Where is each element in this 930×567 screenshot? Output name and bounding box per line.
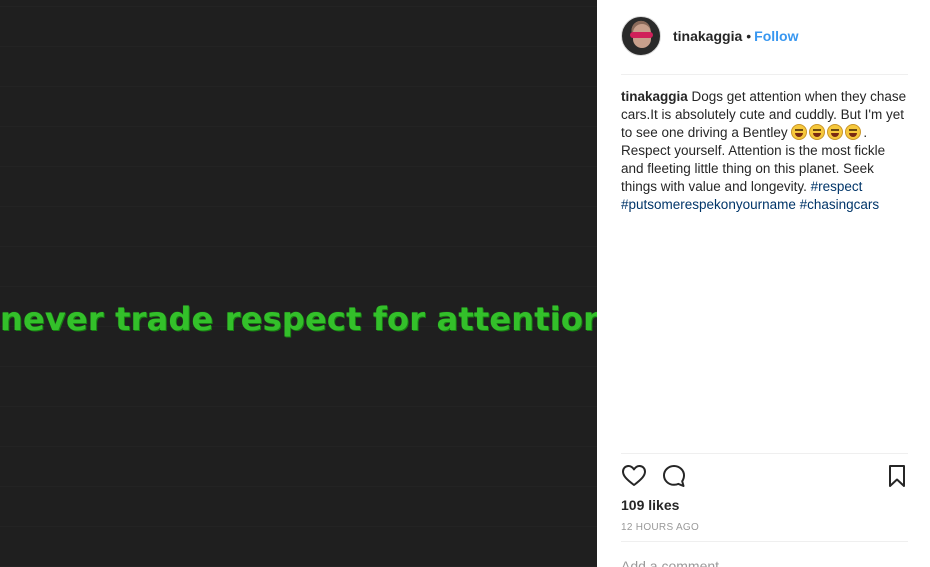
laughing-crying-emoji-icon (791, 124, 808, 140)
post-side-panel: tinakaggia • Follow tinakaggia Dogs get at… (597, 0, 930, 567)
header-user-line: tinakaggia • Follow (673, 28, 798, 44)
caption-username-link[interactable]: tinakaggia (621, 89, 688, 104)
divider (621, 541, 908, 542)
post-image[interactable]: never trade respect for attention. (0, 0, 597, 567)
action-bar (621, 463, 908, 489)
image-quote-text: never trade respect for attention. (0, 300, 597, 338)
avatar[interactable] (621, 16, 661, 56)
heart-icon[interactable] (621, 463, 647, 489)
comment-input[interactable] (621, 556, 908, 567)
laughing-crying-emoji-icon (845, 124, 862, 140)
caption: tinakaggia Dogs get attention when they … (621, 88, 911, 214)
separator-dot: • (746, 28, 752, 44)
bookmark-icon[interactable] (884, 463, 910, 489)
post-timestamp[interactable]: 12 HOURS AGO (621, 522, 699, 533)
laughing-crying-emoji-icon (809, 124, 826, 140)
post-header: tinakaggia • Follow (621, 0, 908, 75)
likes-count[interactable]: 109 likes (621, 497, 679, 513)
follow-button[interactable]: Follow (754, 28, 798, 44)
comment-bubble-icon[interactable] (661, 463, 687, 489)
hashtag-link[interactable]: #chasingcars (800, 197, 880, 212)
avatar-glasses (630, 32, 653, 38)
laughing-crying-emoji-icon (827, 124, 844, 140)
header-username-link[interactable]: tinakaggia (673, 28, 742, 44)
divider (621, 453, 908, 454)
instagram-post: never trade respect for attention. tinak… (0, 0, 930, 567)
hashtag-link[interactable]: #respect (811, 179, 863, 194)
hashtag-link[interactable]: #putsomerespekonyourname (621, 197, 796, 212)
